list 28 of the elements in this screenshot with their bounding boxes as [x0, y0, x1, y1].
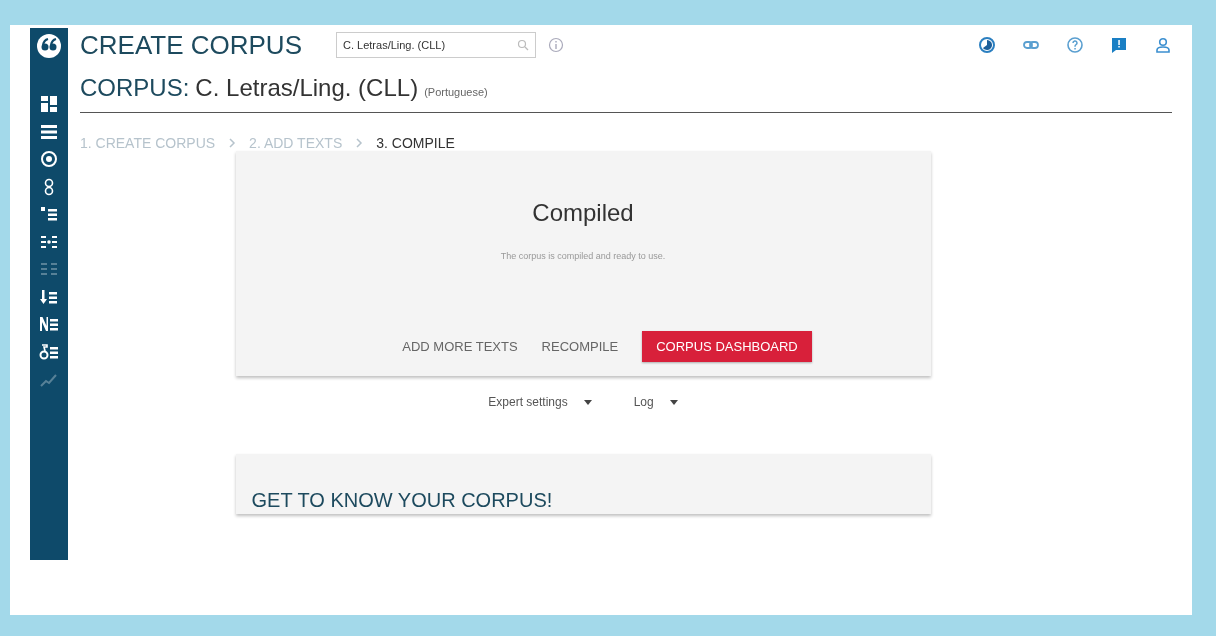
corpus-label: CORPUS:: [80, 74, 190, 102]
numbered-list-icon[interactable]: [39, 314, 59, 334]
target-icon[interactable]: [39, 149, 59, 169]
dashboard-icon[interactable]: [39, 94, 59, 114]
status-message: The corpus is compiled and ready to use.: [500, 251, 666, 261]
dropdown-button[interactable]: Expert settings: [482, 394, 598, 410]
pie-chart-icon[interactable]: [978, 36, 996, 54]
intro-title: GET TO KNOW YOUR CORPUS!: [251, 489, 553, 512]
caret-icon: [583, 399, 592, 405]
dropdown-button[interactable]: Log: [627, 394, 684, 410]
logo-icon[interactable]: [37, 34, 61, 58]
page-title: CREATE CORPUS: [80, 29, 302, 61]
bullet-list-icon[interactable]: [39, 204, 59, 224]
chevron-icon: [354, 138, 365, 148]
corpus-language: (Portuguese): [424, 86, 488, 98]
caret-icon: [669, 399, 678, 405]
text-button[interactable]: RECOMPILE: [541, 331, 619, 362]
dashboard-button[interactable]: CORPUS DASHBOARD: [642, 331, 812, 362]
help-icon[interactable]: [1066, 36, 1084, 54]
user-icon[interactable]: [1154, 36, 1172, 54]
corpus-name: C. Letras/Ling. (CLL): [195, 74, 419, 102]
text-button[interactable]: ADD MORE TEXTS: [402, 331, 518, 362]
chevron-icon: [227, 138, 238, 148]
step-tab[interactable]: 3. COMPILE: [376, 135, 455, 151]
search-field[interactable]: C. Letras/Ling. (CLL): [336, 32, 536, 58]
status-title: Compiled: [532, 199, 634, 227]
symbol-list-icon[interactable]: [39, 341, 59, 362]
feedback-icon[interactable]: [1110, 36, 1128, 54]
